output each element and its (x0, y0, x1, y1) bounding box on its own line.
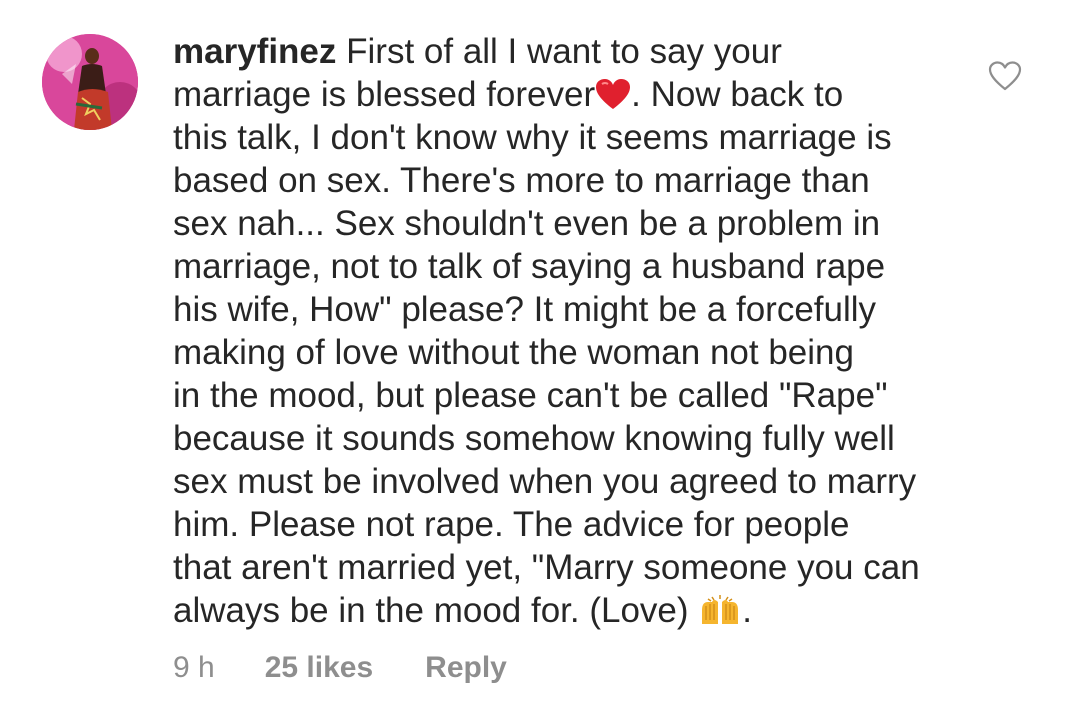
comment-body-part2: . Now back to this talk, I don't know wh… (173, 75, 920, 630)
heart-outline-icon (988, 61, 1022, 91)
reply-button[interactable]: Reply (425, 650, 507, 686)
avatar-photo (42, 34, 138, 130)
comment: maryfinez First of all I want to say you… (0, 0, 1080, 716)
username[interactable]: maryfinez (173, 32, 336, 71)
like-button[interactable] (988, 60, 1022, 92)
comment-meta: 9 h 25 likes Reply (173, 650, 507, 686)
comment-timestamp: 9 h (173, 651, 215, 684)
comment-body-end: . (742, 591, 753, 630)
red-heart-emoji-icon (595, 78, 631, 111)
raising-hands-emoji-icon (698, 594, 742, 627)
comment-text: maryfinez First of all I want to say you… (173, 30, 973, 632)
likes-count[interactable]: 25 likes (265, 650, 373, 686)
avatar[interactable] (42, 34, 138, 130)
